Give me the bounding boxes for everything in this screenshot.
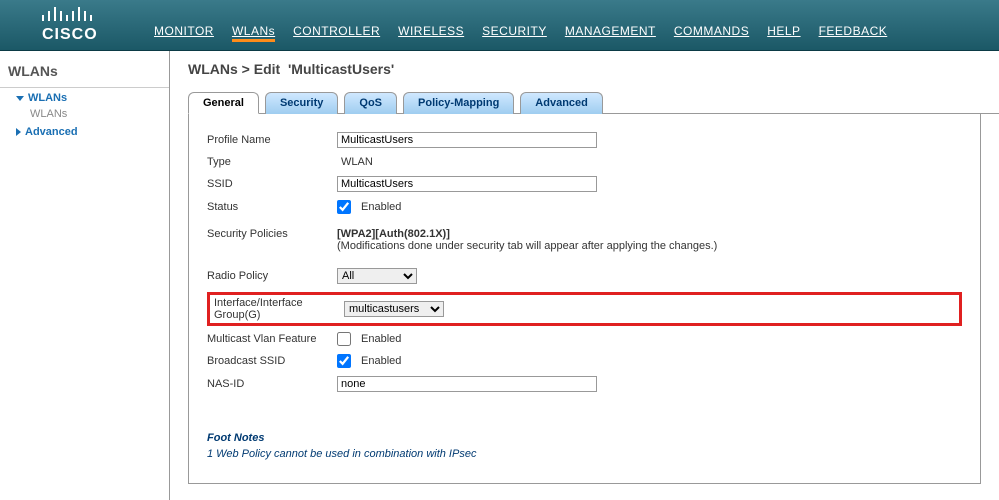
tab-policy-mapping[interactable]: Policy-Mapping — [403, 92, 514, 114]
tab-security[interactable]: Security — [265, 92, 338, 114]
page-title: WLANs > Edit 'MulticastUsers' — [188, 61, 999, 77]
interface-group-highlight: Interface/InterfaceGroup(G) multicastuse… — [207, 292, 962, 326]
nav-feedback[interactable]: FEEDBACK — [819, 24, 888, 42]
status-label: Status — [207, 201, 337, 213]
sidebar-item-label: WLANs — [28, 92, 67, 104]
profile-name-input[interactable] — [337, 132, 597, 148]
sidebar-item-wlans[interactable]: WLANs — [0, 88, 169, 106]
tab-qos[interactable]: QoS — [344, 92, 397, 114]
chevron-right-icon — [16, 128, 21, 136]
nas-id-label: NAS-ID — [207, 378, 337, 390]
foot-note-1: 1 Web Policy cannot be used in combinati… — [207, 448, 962, 460]
nav-controller[interactable]: CONTROLLER — [293, 24, 380, 42]
multicast-vlan-label: Multicast Vlan Feature — [207, 333, 337, 345]
general-panel: Profile Name Type WLAN SSID Status Enabl… — [188, 114, 981, 484]
sidebar-title: WLANs — [0, 59, 169, 88]
type-label: Type — [207, 156, 337, 168]
ssid-label: SSID — [207, 178, 337, 190]
status-checkbox[interactable] — [337, 200, 351, 214]
tabs: General Security QoS Policy-Mapping Adva… — [188, 91, 999, 114]
main-content: WLANs > Edit 'MulticastUsers' General Se… — [170, 51, 999, 500]
security-policies-label: Security Policies — [207, 228, 337, 252]
broadcast-ssid-checkbox[interactable] — [337, 354, 351, 368]
main-nav: MONITOR WLANs CONTROLLER WIRELESS SECURI… — [154, 0, 887, 50]
chevron-down-icon — [16, 96, 24, 101]
sidebar-subitem-wlans[interactable]: WLANs — [0, 106, 169, 122]
interface-group-select[interactable]: multicastusers — [344, 301, 444, 317]
nav-wireless[interactable]: WIRELESS — [398, 24, 464, 42]
nav-management[interactable]: MANAGEMENT — [565, 24, 656, 42]
type-value: WLAN — [337, 156, 373, 168]
security-policies-note: (Modifications done under security tab w… — [337, 240, 717, 252]
tab-general[interactable]: General — [188, 92, 259, 114]
radio-policy-select[interactable]: All — [337, 268, 417, 284]
nav-commands[interactable]: COMMANDS — [674, 24, 749, 42]
nas-id-input[interactable] — [337, 376, 597, 392]
status-enabled-label: Enabled — [357, 201, 401, 213]
sidebar-item-label: Advanced — [25, 126, 78, 138]
multicast-vlan-enabled-label: Enabled — [357, 333, 401, 345]
foot-notes: Foot Notes 1 Web Policy cannot be used i… — [207, 432, 962, 460]
cisco-logo: CISCO — [12, 0, 142, 50]
profile-name-label: Profile Name — [207, 134, 337, 146]
ssid-input[interactable] — [337, 176, 597, 192]
nav-security[interactable]: SECURITY — [482, 24, 547, 42]
nav-wlans[interactable]: WLANs — [232, 24, 275, 42]
interface-group-label: Interface/InterfaceGroup(G) — [214, 297, 344, 321]
tab-advanced[interactable]: Advanced — [520, 92, 603, 114]
nav-monitor[interactable]: MONITOR — [154, 24, 214, 42]
broadcast-ssid-enabled-label: Enabled — [357, 355, 401, 367]
svg-text:CISCO: CISCO — [42, 26, 98, 43]
security-policies-value: [WPA2][Auth(802.1X)] — [337, 228, 717, 240]
broadcast-ssid-label: Broadcast SSID — [207, 355, 337, 367]
sidebar: WLANs WLANs WLANs Advanced — [0, 51, 170, 500]
multicast-vlan-checkbox[interactable] — [337, 332, 351, 346]
top-bar: CISCO MONITOR WLANs CONTROLLER WIRELESS … — [0, 0, 999, 51]
nav-help[interactable]: HELP — [767, 24, 800, 42]
foot-notes-title: Foot Notes — [207, 432, 962, 444]
sidebar-item-advanced[interactable]: Advanced — [0, 122, 169, 140]
radio-policy-label: Radio Policy — [207, 270, 337, 282]
